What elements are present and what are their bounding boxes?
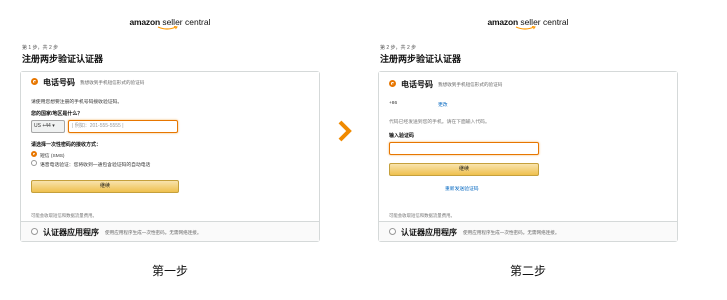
app-option-description: 使用应用程序生成一次性密码。无需网络连接。 xyxy=(105,230,202,235)
app-option-radio[interactable] xyxy=(31,228,38,235)
app-option-title: 认证器应用程序 xyxy=(43,228,99,237)
app-option-radio[interactable] xyxy=(389,228,396,235)
step1-panel: amazon seller central 第 1 步，共 2 步 注册两步验证… xyxy=(20,0,320,300)
voice-label: 语音电话验证：您将收到一通包含验证码的自动电话 xyxy=(40,163,151,168)
country-label: 您的国家/地区是什么？ xyxy=(31,111,83,117)
change-number-link[interactable]: 更改 xyxy=(438,101,448,108)
phone-option-radio[interactable] xyxy=(389,80,396,87)
sms-label: 短信 (SMS) xyxy=(40,154,65,159)
phone-option-section: 电话号码 我想收到手机短信形式的验证码 请使用您想要注册的手机号码接收验证码。 … xyxy=(21,72,319,222)
page-title: 注册两步验证认证器 xyxy=(22,54,104,64)
step1-caption: 第一步 xyxy=(151,264,188,278)
continue-button[interactable]: 继续 xyxy=(31,180,179,193)
delivery-method-label: 请选择一次性密码的接收方式： xyxy=(31,142,102,148)
phone-option-description: 我想收到手机短信形式的验证码 xyxy=(80,80,145,85)
intro-text: 请使用您想要注册的手机号码接收验证码。 xyxy=(31,100,123,105)
voice-radio[interactable] xyxy=(31,160,37,166)
country-code-value: +86 xyxy=(389,101,398,106)
phone-option-title: 电话号码 xyxy=(401,80,433,89)
code-label: 输入验证码 xyxy=(389,133,415,139)
chevron-right-icon xyxy=(338,120,352,142)
auth-method-card: 电话号码 我想收到手机短信形式的验证码 +86 更改 代码已经发送到您的手机。请… xyxy=(378,71,678,242)
code-sent-note: 代码已经发送到您的手机。请在下面输入代码。 xyxy=(389,120,490,125)
amazon-seller-central-logo: amazon seller central xyxy=(378,17,678,31)
auth-method-card: 电话号码 我想收到手机短信形式的验证码 请使用您想要注册的手机号码接收验证码。 … xyxy=(20,71,320,242)
phone-option-radio[interactable] xyxy=(31,78,38,85)
step-indicator: 第 1 步，共 2 步 xyxy=(22,45,59,51)
verification-code-input[interactable] xyxy=(389,142,539,155)
app-option-title: 认证器应用程序 xyxy=(401,228,457,237)
step2-panel: amazon seller central 第 2 步，共 2 步 注册两步验证… xyxy=(378,0,678,300)
phone-number-input[interactable]: | 例如：201-555-5555 | xyxy=(68,120,178,133)
sms-radio[interactable] xyxy=(31,151,37,157)
app-option-description: 使用应用程序生成一次性密码。无需网络连接。 xyxy=(463,230,560,235)
sms-fee-note: 可能会收取短信和数据流量费用。 xyxy=(31,213,97,218)
app-option-section: 认证器应用程序 使用应用程序生成一次性密码。无需网络连接。 xyxy=(21,221,319,241)
step2-caption: 第二步 xyxy=(509,264,546,278)
country-code-select[interactable]: US +44 ▾ xyxy=(31,120,65,133)
app-option-section: 认证器应用程序 使用应用程序生成一次性密码。无需网络连接。 xyxy=(379,221,677,241)
phone-option-section: 电话号码 我想收到手机短信形式的验证码 +86 更改 代码已经发送到您的手机。请… xyxy=(379,72,677,222)
resend-code-link[interactable]: 重新发送验证码 xyxy=(445,185,479,192)
step-indicator: 第 2 步，共 2 步 xyxy=(380,45,417,51)
continue-button[interactable]: 继续 xyxy=(389,163,539,176)
sms-fee-note: 可能会收取短信和数据流量费用。 xyxy=(389,213,455,218)
phone-option-title: 电话号码 xyxy=(43,78,75,87)
phone-option-description: 我想收到手机短信形式的验证码 xyxy=(438,82,503,87)
amazon-seller-central-logo: amazon seller central xyxy=(20,17,320,31)
page-title: 注册两步验证认证器 xyxy=(380,54,462,64)
